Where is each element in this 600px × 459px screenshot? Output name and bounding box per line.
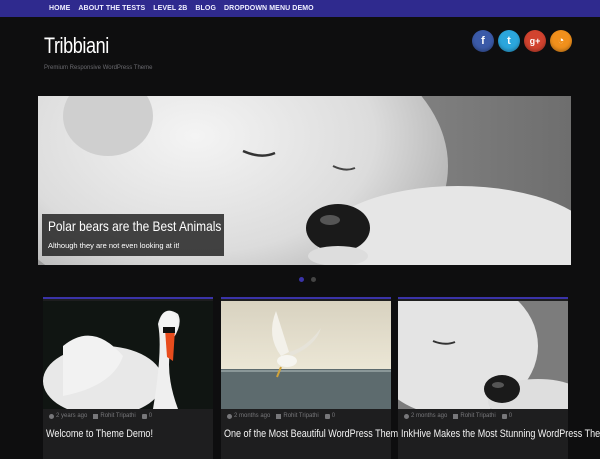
site-description: Premium Responsive WordPress Theme — [44, 65, 153, 71]
post-thumbnail-polar-bear[interactable] — [398, 301, 568, 409]
rss-glyph: ◔ — [557, 35, 565, 47]
slider-dot-2[interactable] — [311, 277, 316, 282]
rss-icon[interactable]: ◔ — [550, 30, 572, 52]
post-card[interactable]: 2 months ago Rohit Tripathi 0 One of the… — [221, 297, 408, 459]
post-author[interactable]: Rohit Tripathi — [460, 413, 495, 419]
post-date: 2 years ago — [56, 413, 88, 419]
post-meta: 2 months ago Rohit Tripathi 0 — [404, 411, 512, 421]
slider-pagination — [299, 277, 316, 282]
post-comments-count[interactable]: 0 — [332, 413, 335, 419]
post-comments-count[interactable]: 0 — [509, 413, 512, 419]
slider-dot-1[interactable] — [299, 277, 304, 282]
nav-item-level-2b[interactable]: LEVEL 2B — [149, 0, 191, 17]
clock-icon — [49, 413, 54, 419]
social-icons: f t g+ ◔ — [472, 30, 572, 52]
twitter-glyph: t — [507, 35, 511, 47]
post-author[interactable]: Rohit Tripathi — [100, 413, 135, 419]
post-title[interactable]: One of the Most Beautiful WordPress Them… — [224, 427, 408, 441]
slider-caption-subtitle: Although they are not even looking at it… — [48, 241, 180, 250]
clock-icon — [404, 413, 409, 419]
post-card[interactable]: 2 months ago Rohit Tripathi 0 InkHive Ma… — [398, 297, 600, 459]
post-thumbnail-swan[interactable] — [43, 301, 213, 409]
nav-menu: HOME ABOUT THE TESTS LEVEL 2B BLOG DROPD… — [41, 0, 318, 17]
seagull-image — [221, 301, 391, 409]
slider-caption[interactable]: Polar bears are the Best Animals Althoug… — [42, 214, 224, 256]
user-icon — [453, 413, 459, 419]
user-icon — [93, 413, 99, 419]
post-meta: 2 months ago Rohit Tripathi 0 — [227, 411, 335, 421]
facebook-glyph: f — [481, 35, 485, 47]
post-card[interactable]: 2 years ago Rohit Tripathi 0 Welcome to … — [43, 297, 213, 459]
post-comments-count[interactable]: 0 — [149, 413, 152, 419]
user-icon — [276, 413, 282, 419]
comment-icon — [141, 413, 147, 419]
nav-item-dropdown-menu-demo[interactable]: DROPDOWN MENU DEMO — [220, 0, 318, 17]
swan-image — [43, 301, 213, 409]
slider-caption-title[interactable]: Polar bears are the Best Animals — [48, 218, 221, 234]
post-date: 2 months ago — [234, 413, 271, 419]
post-title[interactable]: Welcome to Theme Demo! — [46, 427, 184, 441]
facebook-icon[interactable]: f — [472, 30, 494, 52]
post-date: 2 months ago — [411, 413, 448, 419]
polar-bear-image — [398, 301, 568, 409]
google-plus-icon[interactable]: g+ — [524, 30, 546, 52]
top-navigation: HOME ABOUT THE TESTS LEVEL 2B BLOG DROPD… — [0, 0, 600, 17]
post-author[interactable]: Rohit Tripathi — [283, 413, 318, 419]
nav-item-blog[interactable]: BLOG — [191, 0, 220, 17]
twitter-icon[interactable]: t — [498, 30, 520, 52]
nav-item-about-the-tests[interactable]: ABOUT THE TESTS — [74, 0, 149, 17]
comment-icon — [324, 413, 330, 419]
google-plus-glyph: g+ — [529, 36, 541, 46]
site-title[interactable]: Tribbiani — [44, 33, 109, 59]
clock-icon — [227, 413, 232, 419]
post-thumbnail-seagull[interactable] — [221, 301, 391, 409]
post-title[interactable]: InkHive Makes the Most Stunning WordPres… — [401, 427, 600, 441]
comment-icon — [501, 413, 507, 419]
nav-item-home[interactable]: HOME — [41, 0, 74, 17]
post-meta: 2 years ago Rohit Tripathi 0 — [49, 411, 152, 421]
